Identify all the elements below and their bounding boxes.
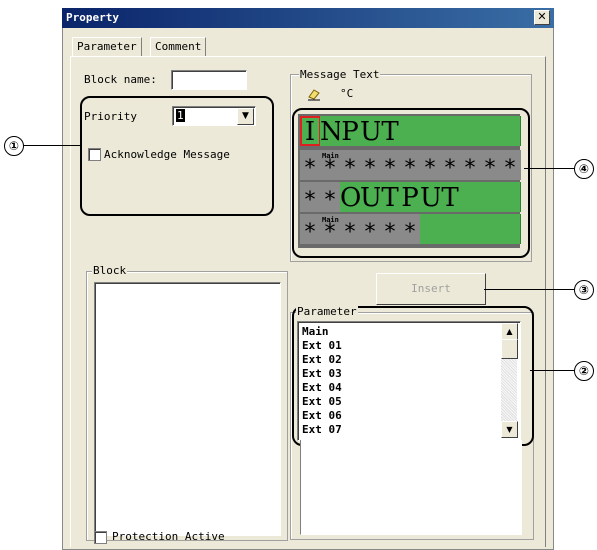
tab-comment[interactable]: Comment: [150, 37, 207, 56]
lcd-cell[interactable]: [460, 182, 481, 212]
parameter-list-item[interactable]: Ext 07: [302, 423, 342, 436]
priority-value: 1: [176, 109, 185, 122]
parameter-list-item[interactable]: Ext 02: [302, 353, 342, 366]
lcd-cell[interactable]: [500, 214, 521, 244]
block-label: Block: [92, 264, 128, 277]
eraser-icon[interactable]: [307, 87, 321, 104]
callout-3-marker: ③: [574, 280, 594, 300]
lcd-cell[interactable]: U: [420, 182, 442, 213]
lcd-cell[interactable]: [440, 116, 461, 146]
callout-4-marker: ④: [574, 159, 594, 179]
lcd-cell[interactable]: T: [380, 116, 401, 147]
block-name-label: Block name:: [84, 73, 157, 86]
lcd-cell[interactable]: [460, 214, 481, 244]
lcd-cell[interactable]: *: [300, 214, 321, 245]
lcd-cell[interactable]: *: [340, 150, 361, 181]
lcd-cell[interactable]: *: [380, 214, 401, 245]
lcd-cell[interactable]: *: [360, 150, 381, 181]
lcd-cell[interactable]: [420, 116, 441, 146]
parameter-list-item[interactable]: Ext 03: [302, 367, 342, 380]
parameter-list-item[interactable]: Ext 05: [302, 395, 342, 408]
acknowledge-label: Acknowledge Message: [104, 148, 230, 161]
lcd-cell[interactable]: U: [360, 182, 382, 213]
scroll-up-icon[interactable]: ▲: [501, 323, 518, 340]
callout-2-marker: ②: [574, 361, 594, 381]
lcd-cell[interactable]: P: [340, 116, 361, 147]
lcd-cell[interactable]: [480, 116, 501, 146]
lcd-cell[interactable]: *: [300, 182, 321, 213]
chevron-down-icon[interactable]: ▼: [237, 108, 254, 125]
parameter-detail-box: [300, 440, 522, 535]
degree-celsius-button[interactable]: °C: [340, 87, 353, 100]
lcd-cell[interactable]: T: [440, 182, 461, 213]
parameter-scrollbar[interactable]: ▲ ▼: [501, 323, 518, 438]
lcd-cell[interactable]: I: [300, 116, 321, 147]
lcd-cell[interactable]: T: [380, 182, 401, 213]
lcd-cell[interactable]: *: [320, 182, 341, 213]
lcd-cell[interactable]: [460, 116, 481, 146]
parameter-listbox[interactable]: Main Ext 01 Ext 02 Ext 03 Ext 04 Ext 05 Ext 06…: [297, 321, 521, 441]
tab-parameter[interactable]: Parameter: [72, 37, 142, 56]
priority-label: Priority: [84, 110, 137, 123]
lcd-cell[interactable]: [480, 182, 501, 212]
lcd-cell[interactable]: O: [340, 182, 361, 213]
lcd-cell[interactable]: *: [340, 214, 361, 245]
lcd-cell[interactable]: *: [480, 150, 501, 181]
protection-checkbox[interactable]: [94, 531, 107, 544]
lcd-cell[interactable]: [500, 116, 521, 146]
lcd-cell[interactable]: *: [400, 150, 421, 181]
lcd-cell[interactable]: P: [400, 182, 421, 213]
lcd-cell[interactable]: N: [320, 116, 343, 147]
parameter-list-item[interactable]: Main: [302, 325, 329, 338]
lcd-cell[interactable]: *: [500, 150, 521, 181]
lcd-cell[interactable]: *: [420, 150, 441, 181]
scroll-thumb[interactable]: [501, 339, 518, 359]
callout-1-marker: ①: [4, 136, 24, 156]
block-listbox[interactable]: [94, 282, 281, 536]
lcd-cell[interactable]: *: [380, 150, 401, 181]
parameter-list-item[interactable]: Ext 06: [302, 409, 342, 422]
parameter-label: Parameter: [296, 305, 358, 318]
lcd-cell[interactable]: [480, 214, 501, 244]
lcd-cell[interactable]: [420, 214, 441, 244]
parameter-list-item[interactable]: Ext 01: [302, 339, 342, 352]
block-name-input[interactable]: [171, 70, 247, 90]
lcd-cell[interactable]: [440, 214, 461, 244]
parameter-list-item[interactable]: Ext 04: [302, 381, 342, 394]
lcd-slot-label: Main: [322, 216, 339, 224]
lcd-cell[interactable]: *: [440, 150, 461, 181]
scroll-down-icon[interactable]: ▼: [501, 421, 518, 438]
lcd-cell[interactable]: [500, 182, 521, 212]
lcd-cell[interactable]: *: [400, 214, 421, 245]
lcd-cell[interactable]: *: [460, 150, 481, 181]
protection-label: Protection Active: [112, 530, 225, 543]
acknowledge-checkbox[interactable]: [88, 148, 101, 161]
lcd-cell[interactable]: *: [300, 150, 321, 181]
lcd-preview[interactable]: I N P U T * * * * * * * * * * * Main * * O U T P U T * * * * * * Main: [298, 114, 521, 248]
close-button[interactable]: ✕: [534, 10, 550, 25]
message-text-label: Message Text: [299, 68, 381, 81]
lcd-slot-label: Main: [322, 152, 339, 160]
lcd-cell[interactable]: *: [360, 214, 381, 245]
lcd-cell[interactable]: [400, 116, 421, 146]
title-bar: Property ✕: [62, 8, 554, 28]
lcd-cell[interactable]: U: [360, 116, 382, 147]
priority-select[interactable]: 1 ▼: [172, 106, 256, 126]
insert-button[interactable]: Insert: [376, 273, 486, 305]
window-title: Property: [66, 11, 119, 24]
